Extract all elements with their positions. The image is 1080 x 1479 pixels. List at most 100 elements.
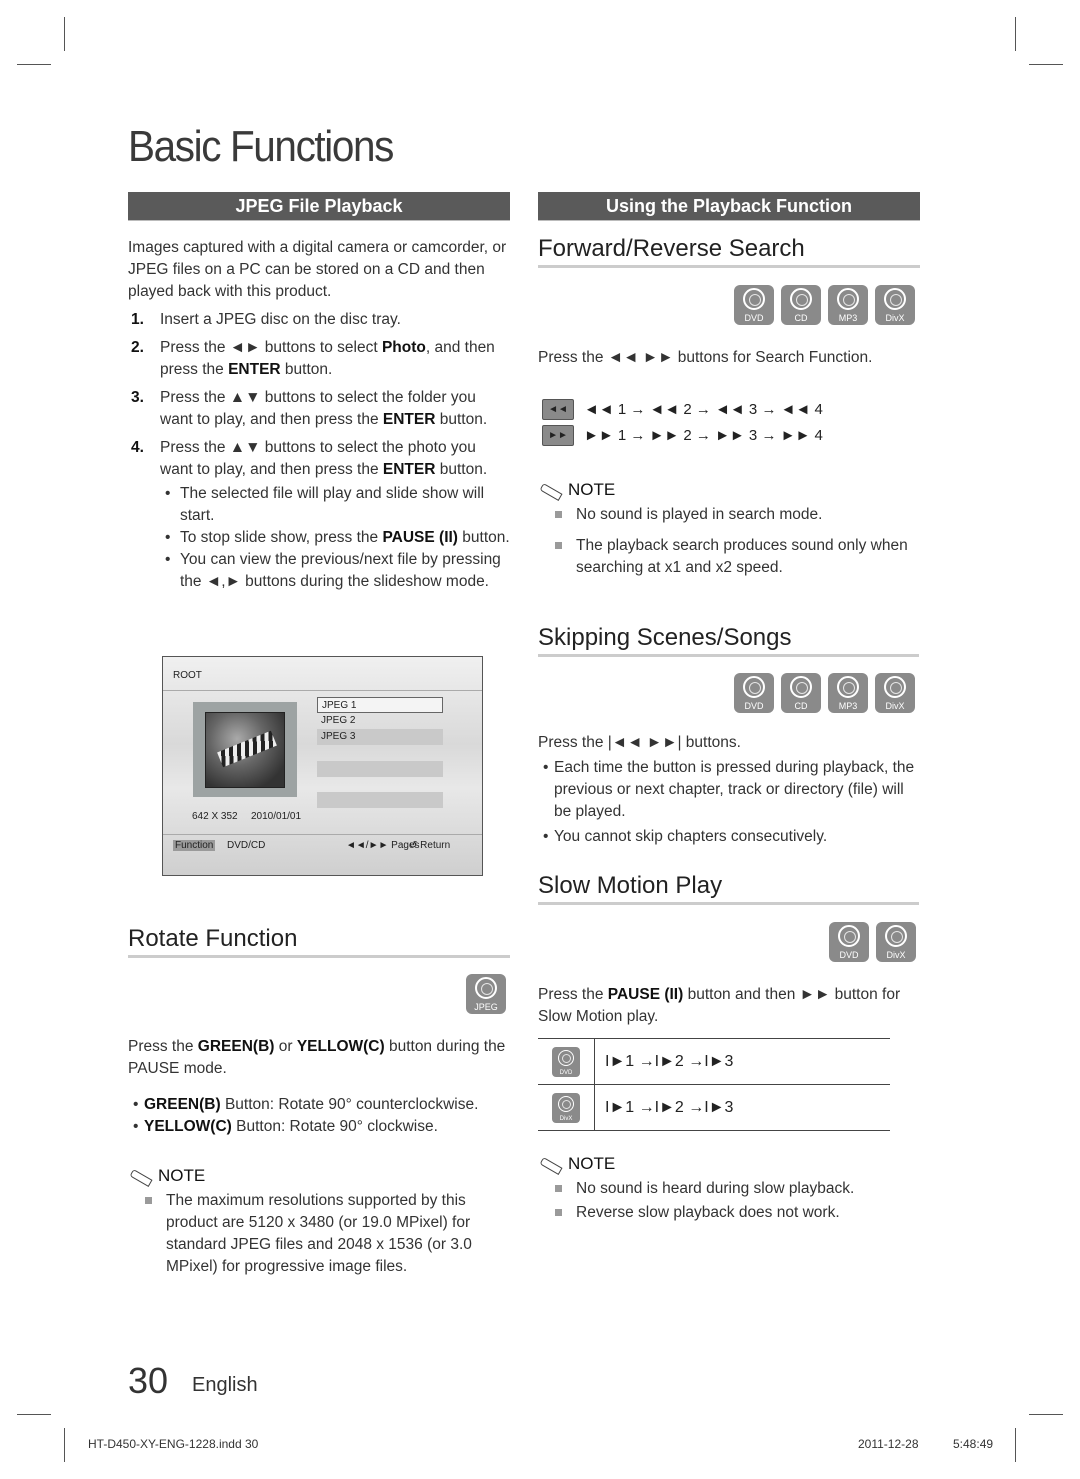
disc-type-icons: DVD CD MP3 DivX xyxy=(734,673,915,713)
note-heading: NOTE xyxy=(538,1154,920,1174)
crop-mark xyxy=(1029,64,1063,65)
page-number: 30 xyxy=(128,1360,169,1401)
bullet-item: To stop slide show, press the PAUSE (II)… xyxy=(160,527,510,549)
divider xyxy=(163,690,482,691)
function-button[interactable]: Function xyxy=(173,840,216,851)
rewind-key-icon: ◄◄ xyxy=(542,399,574,420)
photo-browser-screen: ROOT JPEG 1 JPEG 2 JPEG 3 642 X 352 2010… xyxy=(162,656,483,876)
slow-motion-instruction: Press the PAUSE (II) button and then ►► … xyxy=(538,986,901,1025)
slow-sequence: I►1 →I►2 →I►3 xyxy=(605,1098,734,1116)
step-item: 1. Insert a JPEG disc on the disc tray. xyxy=(131,311,401,328)
crop-mark xyxy=(1029,1414,1063,1415)
folder-path: ROOT xyxy=(173,670,202,681)
note-list: No sound is heard during slow playback. … xyxy=(538,1178,920,1224)
rotate-bullets: GREEN(B) Button: Rotate 90° counterclock… xyxy=(128,1094,510,1138)
dvd-disc-icon: DVD xyxy=(552,1046,580,1077)
slug-filename: HT-D450-XY-ENG-1228.indd 30 xyxy=(88,1437,259,1451)
empty-slot xyxy=(317,792,443,808)
divx-disc-icon: DivX xyxy=(875,285,915,325)
image-date: 2010/01/01 xyxy=(251,811,302,822)
step-item: 3. Press the ▲▼ buttons to select the fol… xyxy=(131,389,488,428)
image-resolution: 642 X 352 xyxy=(192,811,238,822)
skip-content: Press the |◄◄ ►►| buttons. Each time the… xyxy=(538,732,920,848)
pencil-icon xyxy=(538,482,564,498)
cd-disc-icon: CD xyxy=(781,673,821,713)
slow-motion-table: DVD I►1 →I►2 →I►3 DivX I►1 →I►2 →I►3 xyxy=(538,1038,890,1131)
divx-disc-icon: DivX xyxy=(876,922,916,962)
divider xyxy=(163,834,482,835)
crop-mark xyxy=(64,1428,65,1462)
rewind-sequence: ◄◄ 1 → ◄◄ 2 → ◄◄ 3 → ◄◄ 4 xyxy=(584,401,823,418)
divx-disc-icon: DivX xyxy=(552,1092,580,1123)
disc-type-icons: DVD CD MP3 DivX xyxy=(734,285,915,325)
note-item: The maximum resolutions supported by thi… xyxy=(128,1190,510,1278)
skip-heading: Skipping Scenes/Songs xyxy=(538,624,919,657)
note-item: The playback search produces sound only … xyxy=(538,535,920,579)
crop-mark xyxy=(1015,17,1016,51)
source-label: DVD/CD xyxy=(227,840,266,851)
bullet-item: The selected file will play and slide sh… xyxy=(160,483,510,527)
note-heading: NOTE xyxy=(128,1166,510,1186)
section-header-playback: Using the Playback Function xyxy=(538,192,920,221)
file-item-selected[interactable]: JPEG 1 xyxy=(317,697,443,713)
slow-note: NOTE No sound is heard during slow playb… xyxy=(538,1154,920,1233)
table-row: DivX I►1 →I►2 →I►3 xyxy=(538,1085,890,1131)
dvd-disc-icon: DVD xyxy=(829,922,869,962)
intro-paragraph: Images captured with a digital camera or… xyxy=(128,239,507,300)
forward-key-icon: ►► xyxy=(542,425,574,446)
step-item: 2. Press the ◄► buttons to select Photo, … xyxy=(131,339,495,378)
rotate-heading: Rotate Function xyxy=(128,925,510,958)
disc-type-icons: JPEG xyxy=(466,974,506,1014)
dvd-disc-icon: DVD xyxy=(734,285,774,325)
forward-sequence: ►► 1 → ►► 2 → ►► 3 → ►► 4 xyxy=(584,427,823,444)
pencil-icon xyxy=(538,1156,564,1172)
search-note: NOTE No sound is played in search mode. … xyxy=(538,480,920,588)
crop-mark xyxy=(17,64,51,65)
rotate-content: Press the GREEN(B) or YELLOW(C) button d… xyxy=(128,1036,510,1287)
right-column: Using the Playback Function Forward/Reve… xyxy=(538,192,920,268)
cd-disc-icon: CD xyxy=(781,285,821,325)
note-heading: NOTE xyxy=(538,480,920,500)
mp3-disc-icon: MP3 xyxy=(828,673,868,713)
rotate-intro: Press the GREEN(B) or YELLOW(C) button d… xyxy=(128,1038,506,1077)
page-language: English xyxy=(192,1374,258,1396)
left-column: JPEG File Playback Images captured with … xyxy=(128,192,510,599)
slug-time: 5:48:49 xyxy=(953,1437,994,1451)
crop-mark xyxy=(1015,1428,1016,1462)
page-title: Basic Functions xyxy=(128,122,394,171)
step-4-bullets: The selected file will play and slide sh… xyxy=(160,483,510,593)
pencil-icon xyxy=(128,1168,154,1184)
steps-list: 1. Insert a JPEG disc on the disc tray. 2… xyxy=(128,309,510,593)
skip-instruction: Press the |◄◄ ►►| buttons. xyxy=(538,734,741,751)
file-item[interactable]: JPEG 2 xyxy=(317,713,443,729)
crop-mark xyxy=(17,1414,51,1415)
search-heading: Forward/Reverse Search xyxy=(538,235,920,268)
rewind-sequence-row: ◄◄ ◄◄ 1 → ◄◄ 2 → ◄◄ 3 → ◄◄ 4 xyxy=(542,399,823,420)
note-list: No sound is played in search mode. The p… xyxy=(538,504,920,579)
bullet-item: You can view the previous/next file by p… xyxy=(160,549,510,593)
file-item[interactable]: JPEG 3 xyxy=(317,729,443,745)
bullet-item: GREEN(B) Button: Rotate 90° counterclock… xyxy=(128,1094,510,1116)
forward-sequence-row: ►► ►► 1 → ►► 2 → ►► 3 → ►► 4 xyxy=(542,425,823,446)
crop-mark xyxy=(64,17,65,51)
section-header-jpeg: JPEG File Playback xyxy=(128,192,510,221)
divx-disc-icon: DivX xyxy=(875,673,915,713)
step-item: 4. Press the ▲▼ buttons to select the pho… xyxy=(128,437,510,593)
empty-slot xyxy=(317,761,443,777)
bullet-item: YELLOW(C) Button: Rotate 90° clockwise. xyxy=(128,1116,510,1138)
note-item: Reverse slow playback does not work. xyxy=(538,1202,920,1224)
note-item: No sound is played in search mode. xyxy=(538,504,920,526)
skip-bullets: Each time the button is pressed during p… xyxy=(538,757,920,848)
note-item: No sound is heard during slow playback. xyxy=(538,1178,920,1200)
bullet-item: Each time the button is pressed during p… xyxy=(538,757,920,823)
slow-motion-heading: Slow Motion Play xyxy=(538,872,919,905)
slug-date: 2011-12-28 xyxy=(858,1437,919,1451)
bullet-item: You cannot skip chapters consecutively. xyxy=(538,826,920,848)
disc-type-icons: DVD DivX xyxy=(829,922,916,962)
note-list: The maximum resolutions supported by thi… xyxy=(128,1190,510,1278)
return-hint: ↺ Return xyxy=(409,840,451,851)
table-row: DVD I►1 →I►2 →I►3 xyxy=(538,1039,890,1085)
mp3-disc-icon: MP3 xyxy=(828,285,868,325)
jpeg-disc-icon: JPEG xyxy=(466,974,506,1014)
butterfly-thumbnail xyxy=(205,712,285,788)
